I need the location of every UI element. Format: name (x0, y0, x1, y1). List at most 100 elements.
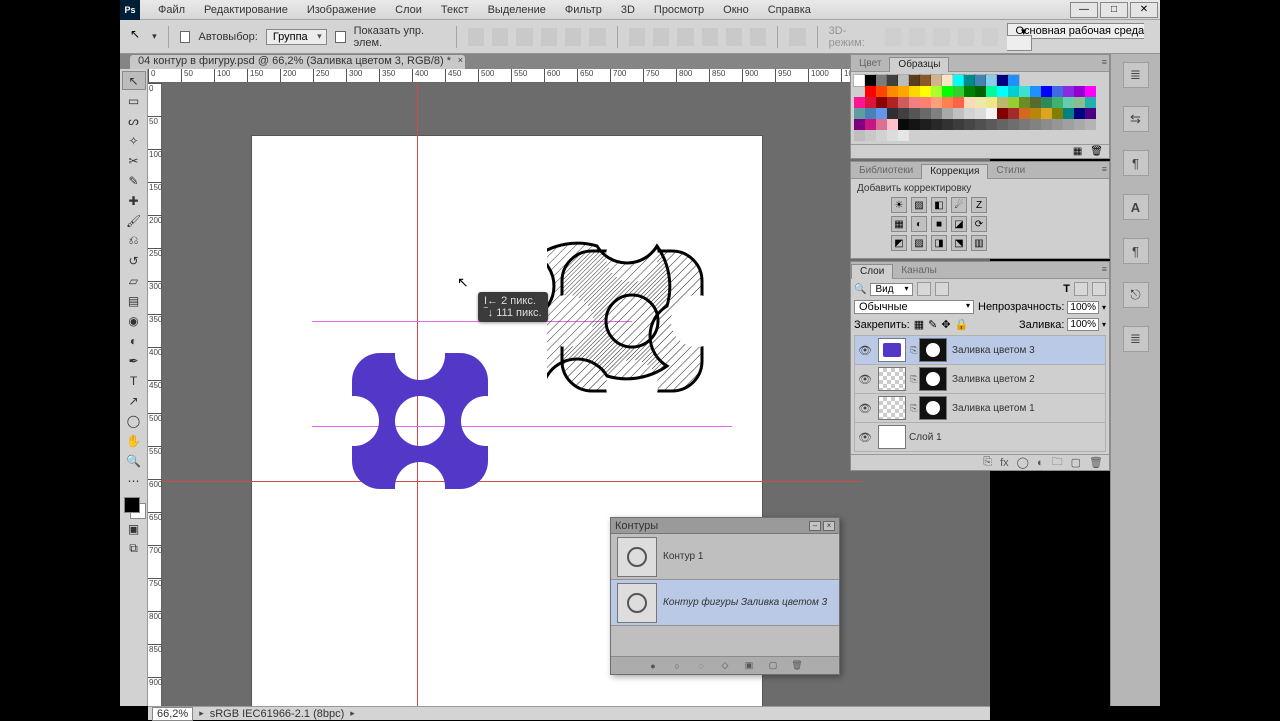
align-icon[interactable] (468, 28, 484, 46)
filter-icon[interactable] (1074, 282, 1088, 296)
blend-mode-select[interactable]: Обычные (854, 300, 974, 314)
align-icon[interactable] (516, 28, 532, 46)
lock-icon[interactable]: 🔒 (955, 318, 969, 331)
maximize-button[interactable]: □ (1100, 2, 1128, 18)
layer-thumb[interactable] (878, 367, 906, 391)
brush-panel-icon[interactable]: ¶ (1123, 150, 1149, 176)
autoselect-checkbox[interactable] (180, 31, 191, 43)
type-tool[interactable]: T (122, 371, 146, 390)
path-name[interactable]: Контур фигуры Заливка цветом 3 (663, 597, 827, 608)
new-layer-icon[interactable]: ▢ (1071, 456, 1081, 469)
align-icon[interactable] (589, 28, 605, 46)
eyedropper-tool[interactable]: ✎ (122, 171, 146, 190)
close-button[interactable]: ✕ (1130, 2, 1158, 18)
menu-item[interactable]: Фильтр (557, 2, 610, 18)
path-select-tool[interactable]: ↗ (122, 391, 146, 410)
panel-tab[interactable]: Стили (988, 164, 1033, 178)
layer-name[interactable]: Заливка цветом 2 (952, 374, 1105, 385)
align-icon[interactable] (541, 28, 557, 46)
edit-toolbar[interactable]: ⋯ (122, 471, 146, 490)
menu-item[interactable]: Файл (150, 2, 193, 18)
adjustment-layer-icon[interactable]: ◐ (1037, 457, 1044, 469)
distribute-icon[interactable] (629, 28, 645, 46)
layer-row[interactable]: 👁⎘Заливка цветом 1 (854, 393, 1106, 423)
lock-icon[interactable]: ✎ (928, 318, 937, 331)
panel-tab[interactable]: Слои (851, 264, 893, 279)
link-layers-icon[interactable]: ⎘ (983, 456, 992, 469)
paragraph-panel-icon[interactable]: ¶ (1123, 238, 1149, 264)
menu-item[interactable]: Выделение (480, 2, 554, 18)
layer-name[interactable]: Заливка цветом 3 (952, 345, 1105, 356)
delete-path-icon[interactable]: 🗑 (790, 659, 804, 673)
menu-item[interactable]: Слои (387, 2, 430, 18)
layer-mask-thumb[interactable] (919, 367, 947, 391)
healing-brush-tool[interactable]: ✚ (122, 191, 146, 210)
menu-item[interactable]: Справка (760, 2, 819, 18)
visibility-icon[interactable]: 👁 (855, 344, 875, 357)
paths-panel[interactable]: Контуры – × Контур 1Контур фигуры Заливк… (610, 517, 840, 675)
lock-icon[interactable]: ✥ (941, 318, 950, 331)
history-brush-tool[interactable]: ↺ (122, 251, 146, 270)
layer-thumb[interactable] (878, 338, 906, 362)
ruler-vertical[interactable]: 0501001502002503003504004505005506006507… (148, 83, 162, 706)
screenmode-tool[interactable]: ⧉ (122, 539, 146, 558)
layer-mask-thumb[interactable] (919, 396, 947, 420)
path-thumb[interactable] (617, 583, 657, 623)
panel-menu-icon[interactable]: ≡ (1102, 57, 1107, 67)
layer-name[interactable]: Заливка цветом 1 (952, 403, 1105, 414)
adjustment-icon[interactable]: ⬔ (951, 235, 967, 251)
hand-tool[interactable]: ✋ (122, 431, 146, 450)
quickmask-tool[interactable]: ▣ (122, 519, 146, 538)
lock-icon[interactable]: ▦ (914, 318, 924, 331)
adjustment-icon[interactable]: ☀ (891, 197, 907, 213)
menu-item[interactable]: Просмотр (646, 2, 712, 18)
layer-style-icon[interactable]: fx (1000, 457, 1009, 469)
new-path-icon[interactable]: ▢ (766, 659, 780, 673)
magic-wand-tool[interactable]: ✧ (122, 131, 146, 150)
visibility-icon[interactable]: 👁 (855, 373, 875, 386)
zoom-field[interactable]: 66,2% (152, 707, 193, 721)
menu-item[interactable]: 3D (613, 2, 643, 18)
menu-item[interactable]: Окно (715, 2, 757, 18)
menu-item[interactable]: Изображение (299, 2, 384, 18)
clone-stamp-tool[interactable]: ⎌ (122, 231, 146, 250)
show-controls-checkbox[interactable] (335, 31, 346, 43)
close-tab-icon[interactable]: × (458, 55, 463, 65)
panel-tab[interactable]: Каналы (893, 264, 945, 278)
adjustment-icon[interactable]: ▨ (911, 235, 927, 251)
adjustment-icon[interactable]: ◧ (931, 197, 947, 213)
distribute-icon[interactable] (653, 28, 669, 46)
pen-tool[interactable]: ✒ (122, 351, 146, 370)
distribute-icon[interactable] (677, 28, 693, 46)
distribute-icon[interactable] (750, 28, 766, 46)
history-panel-icon[interactable]: ≣ (1123, 62, 1149, 88)
panel-tab[interactable]: Цвет (851, 57, 889, 71)
layer-row[interactable]: 👁⎘Заливка цветом 3 (854, 335, 1106, 365)
layer-mask-icon[interactable]: ◯ (1017, 456, 1029, 469)
adjustment-icon[interactable]: ☄ (951, 197, 967, 213)
adjustment-icon[interactable]: ■ (931, 216, 947, 232)
adjustment-icon[interactable]: ⟳ (971, 216, 987, 232)
marquee-tool[interactable]: ▭ (122, 91, 146, 110)
adjustment-icon[interactable]: ▦ (891, 216, 907, 232)
filter-icon[interactable] (935, 282, 949, 296)
panel-minimize-icon[interactable]: – (809, 521, 821, 531)
distribute-icon[interactable] (702, 28, 718, 46)
adjustment-icon[interactable]: ▥ (971, 235, 987, 251)
group-icon[interactable]: 🗀 (1052, 453, 1063, 472)
gradient-tool[interactable]: ▤ (122, 291, 146, 310)
delete-swatch-icon[interactable]: 🗑 (1090, 146, 1103, 157)
menu-item[interactable]: Редактирование (196, 2, 296, 18)
filter-icon[interactable] (1092, 282, 1106, 296)
menu-item[interactable]: Текст (433, 2, 477, 18)
arrow-icon[interactable]: ▸ (199, 708, 204, 719)
new-swatch-icon[interactable]: ▦ (1073, 146, 1082, 157)
minimize-button[interactable]: — (1070, 2, 1098, 18)
layer-row[interactable]: 👁Слой 1 (854, 422, 1106, 452)
fill-input[interactable]: 100% (1067, 318, 1099, 331)
panel-close-icon[interactable]: × (823, 521, 835, 531)
layer-mask-thumb[interactable] (919, 338, 947, 362)
swatches-grid[interactable] (854, 75, 1106, 141)
panel-tab[interactable]: Коррекция (921, 164, 988, 179)
adjustment-icon[interactable]: ▨ (911, 197, 927, 213)
